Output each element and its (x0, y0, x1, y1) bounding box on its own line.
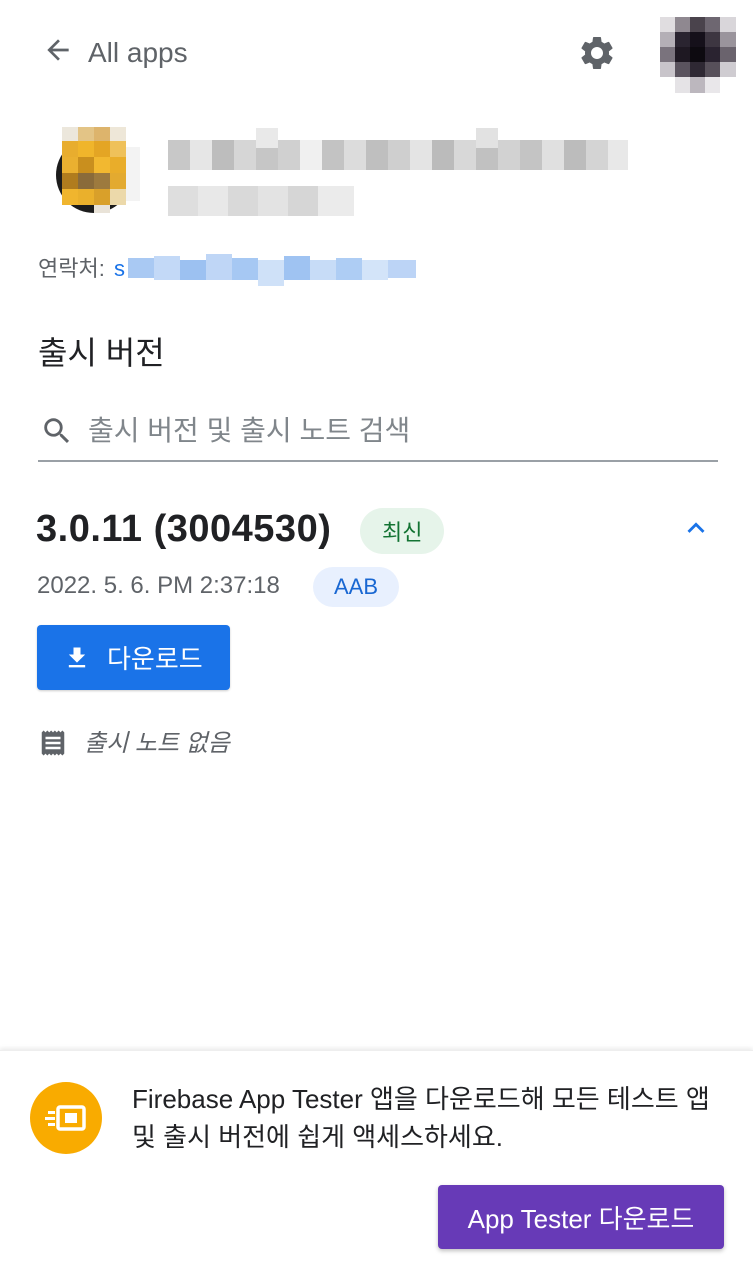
release-date: 2022. 5. 6. PM 2:37:18 (37, 572, 280, 599)
notes-icon (38, 728, 68, 758)
search-icon (40, 413, 76, 449)
gear-icon (577, 33, 617, 78)
back-button[interactable] (36, 30, 80, 74)
latest-badge: 최신 (360, 508, 445, 554)
app-tester-promo-text: Firebase App Tester 앱을 다운로드해 모든 테스트 앱 및 … (132, 1084, 710, 1152)
download-label: 다운로드 (107, 644, 203, 674)
back-label[interactable]: All apps (88, 36, 188, 70)
search-input[interactable] (86, 414, 690, 448)
download-button[interactable]: 다운로드 (37, 625, 230, 690)
contact-email-link[interactable]: s (114, 250, 416, 286)
release-search[interactable] (38, 402, 718, 462)
release-version: 3.0.11 (3004530) (36, 508, 332, 550)
section-title: 출시 버전 (38, 335, 165, 371)
app-name-redacted (168, 128, 628, 172)
contact-label: 연락처: (38, 256, 105, 281)
download-icon (63, 644, 91, 672)
app-tester-download-button[interactable]: App Tester 다운로드 (438, 1185, 724, 1249)
avatar[interactable] (660, 17, 736, 93)
app-tester-logo-icon (30, 1082, 102, 1154)
app-icon (54, 127, 140, 213)
arrow-left-icon (42, 34, 74, 71)
settings-button[interactable] (572, 30, 622, 80)
chevron-up-icon (679, 511, 713, 550)
app-package-redacted (168, 186, 354, 216)
release-notes-empty: 출시 노트 없음 (84, 730, 230, 757)
format-badge: AAB (313, 567, 400, 607)
collapse-button[interactable] (674, 510, 718, 550)
